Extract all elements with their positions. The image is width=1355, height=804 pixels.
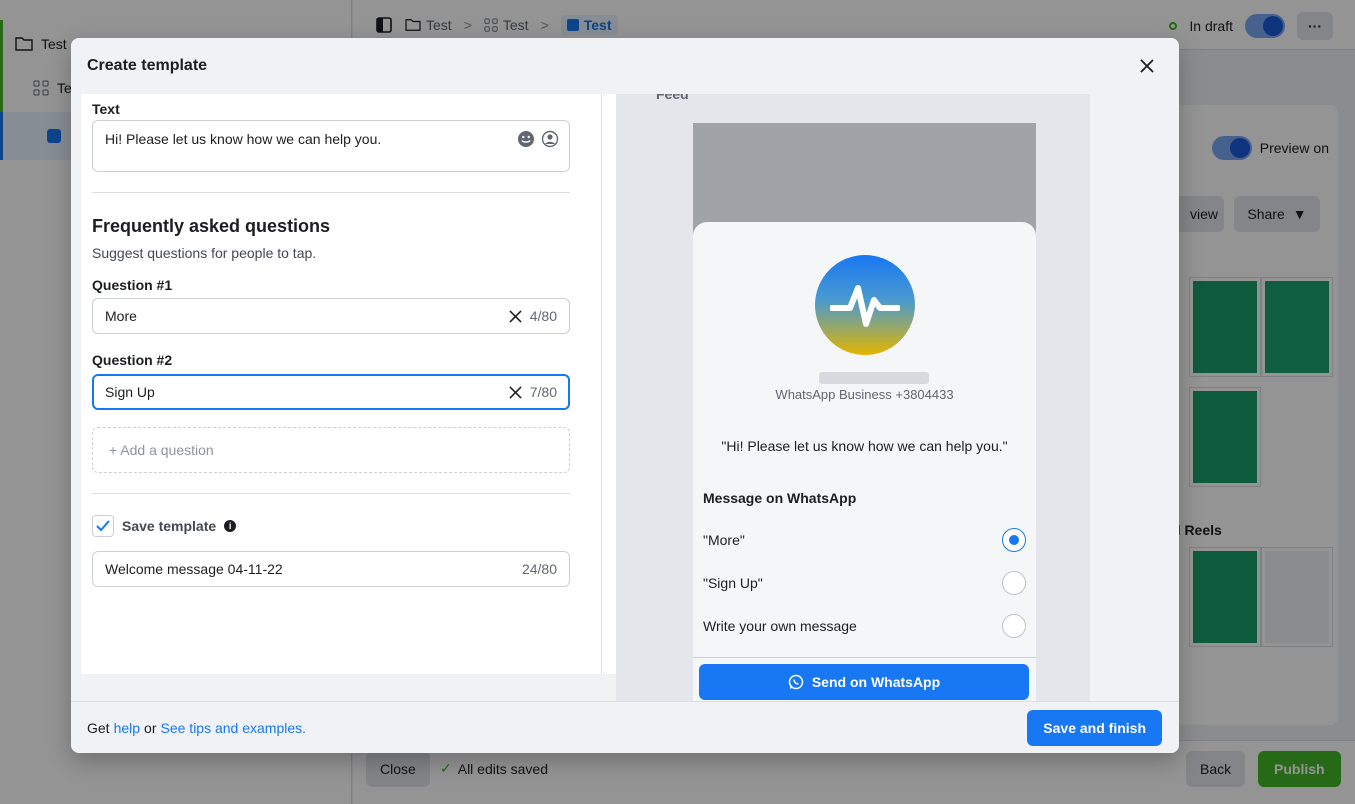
option-radio[interactable] xyxy=(1002,571,1026,595)
save-template-label: Save template xyxy=(122,518,217,534)
question-1-input[interactable]: More 4/80 xyxy=(92,298,570,334)
close-icon xyxy=(1140,59,1154,73)
help-link[interactable]: help xyxy=(114,720,140,736)
option-radio[interactable] xyxy=(1002,528,1026,552)
text-tools xyxy=(517,130,559,148)
divider xyxy=(693,657,1036,658)
checkmark-icon xyxy=(96,520,110,532)
message-sheet: WhatsApp Business +3804433 "Hi! Please l… xyxy=(693,222,1036,701)
greeting-text-value: Hi! Please let us know how we can help y… xyxy=(105,131,382,147)
faq-subtitle: Suggest questions for people to tap. xyxy=(92,245,317,261)
close-icon xyxy=(509,309,522,323)
question-1-label: Question #1 xyxy=(92,277,173,293)
template-name-value: Welcome message 04-11-22 xyxy=(105,561,283,577)
pulse-logo-icon xyxy=(830,285,900,327)
question-2-char-count: 7/80 xyxy=(529,384,557,400)
option-row[interactable]: "More" xyxy=(703,528,1026,552)
divider xyxy=(92,493,570,494)
template-name-char-count: 24/80 xyxy=(521,561,557,577)
question-1-value: More xyxy=(105,308,137,324)
divider xyxy=(92,192,570,193)
save-and-finish-button[interactable]: Save and finish xyxy=(1027,710,1162,746)
template-form: Text Hi! Please let us know how we can h… xyxy=(81,94,661,674)
business-number: WhatsApp Business +3804433 xyxy=(775,387,954,402)
business-avatar xyxy=(815,255,915,355)
text-label: Text xyxy=(92,101,120,117)
faq-title: Frequently asked questions xyxy=(92,216,331,236)
create-template-modal: Create template Text Hi! Please let us k… xyxy=(71,38,1179,753)
tips-link[interactable]: See tips and examples. xyxy=(161,720,307,736)
business-name-redacted xyxy=(819,372,929,384)
add-question-label: + Add a question xyxy=(109,442,214,458)
template-preview: Feed WhatsApp Business +3804433 "Hi! Ple… xyxy=(616,94,1090,701)
whatsapp-icon xyxy=(788,674,804,690)
template-name-input[interactable]: Welcome message 04-11-22 24/80 xyxy=(92,551,570,587)
send-on-whatsapp-button[interactable]: Send on WhatsApp xyxy=(699,664,1029,700)
message-title: Message on WhatsApp xyxy=(703,490,857,506)
question-2-label: Question #2 xyxy=(92,352,173,368)
personalize-icon[interactable] xyxy=(541,130,559,148)
scrollbar-track[interactable] xyxy=(601,94,602,674)
close-icon xyxy=(509,385,522,399)
save-and-finish-label: Save and finish xyxy=(1043,720,1146,736)
question-2-value: Sign Up xyxy=(105,384,155,400)
feed-label: Feed xyxy=(656,94,689,102)
question-2-input[interactable]: Sign Up 7/80 xyxy=(92,374,570,410)
modal-title: Create template xyxy=(87,57,208,74)
footer-text: Get xyxy=(87,719,110,736)
clear-question-1-button[interactable] xyxy=(509,309,522,323)
close-modal-button[interactable] xyxy=(1133,52,1161,80)
modal-footer: Get help or See tips and examples. Save … xyxy=(71,701,1179,753)
option-radio[interactable] xyxy=(1002,614,1026,638)
save-template-checkbox[interactable] xyxy=(92,515,114,537)
send-button-label: Send on WhatsApp xyxy=(811,674,941,690)
modal-header: Create template xyxy=(71,38,1179,94)
footer-text: or xyxy=(144,719,157,736)
clear-question-2-button[interactable] xyxy=(509,385,522,399)
emoji-icon[interactable] xyxy=(517,130,535,148)
option-label: Write your own message xyxy=(703,618,857,634)
option-row[interactable]: Write your own message xyxy=(703,614,1026,638)
save-template-row: Save template i xyxy=(92,515,237,537)
option-row[interactable]: "Sign Up" xyxy=(703,571,1026,595)
phone-preview: WhatsApp Business +3804433 "Hi! Please l… xyxy=(693,123,1036,701)
question-1-char-count: 4/80 xyxy=(529,308,557,324)
greeting-preview: "Hi! Please let us know how we can help … xyxy=(721,438,1008,454)
info-icon[interactable]: i xyxy=(224,520,237,532)
greeting-text-field[interactable]: Hi! Please let us know how we can help y… xyxy=(92,120,570,172)
option-label: "Sign Up" xyxy=(703,575,763,591)
option-label: "More" xyxy=(703,532,745,548)
add-question-button[interactable]: + Add a question xyxy=(92,427,570,473)
